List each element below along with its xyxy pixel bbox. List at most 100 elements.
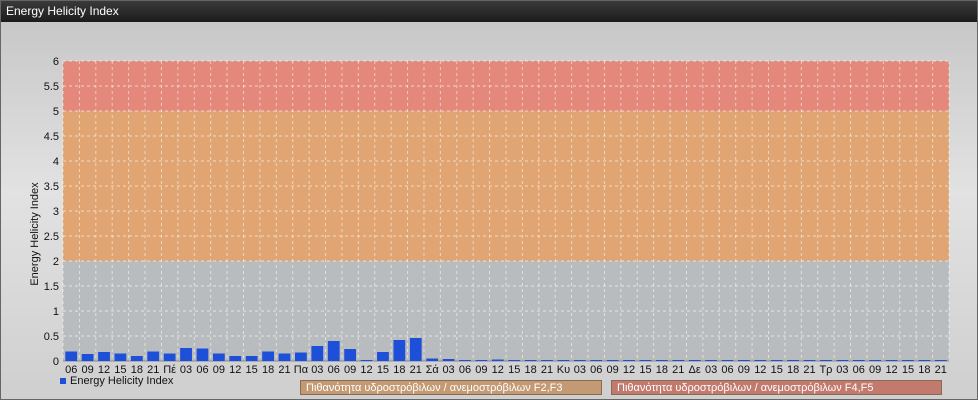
bar[interactable] (491, 359, 504, 362)
x-tick-label: 06 (328, 364, 340, 376)
x-tick-label: 21 (278, 364, 290, 376)
bar[interactable] (688, 360, 701, 361)
bar[interactable] (475, 360, 488, 361)
x-tick-label: 12 (492, 364, 504, 376)
bar[interactable] (573, 360, 586, 361)
x-tick-label: 09 (607, 364, 619, 376)
y-tick-label: 0.5 (44, 331, 59, 343)
x-tick-label: 15 (902, 364, 914, 376)
bar[interactable] (836, 360, 849, 361)
bar[interactable] (705, 360, 717, 361)
x-tick-label: 03 (442, 364, 454, 376)
bar[interactable] (311, 346, 324, 361)
bar[interactable] (278, 353, 291, 362)
legend-f2-f3-button[interactable]: Πιθανότητα υδροστρόβιλων / ανεμοστρόβιλω… (300, 380, 602, 395)
bar[interactable] (803, 360, 816, 361)
x-tick-label: 06 (459, 364, 471, 376)
legend-f2-f3-label: Πιθανότητα υδροστρόβιλων / ανεμοστρόβιλω… (306, 382, 563, 394)
x-tick-label: Κυ (557, 364, 570, 376)
bar[interactable] (262, 351, 274, 362)
x-axis-ticks: 06 09 12 15 18 21 Πέ 03 06 09 12 15 18 21 Πα 03 06 09 12 15… (65, 364, 947, 376)
bar[interactable] (327, 341, 340, 361)
x-tick-label: 18 (787, 364, 799, 376)
bar[interactable] (229, 356, 242, 361)
legend-f4-f5-label: Πιθανότητα υδροστρόβιλων / ανεμοστρόβιλω… (617, 382, 874, 394)
y-tick-label: 1 (53, 306, 59, 318)
bar[interactable] (934, 360, 947, 361)
bar[interactable] (508, 360, 521, 361)
bar[interactable] (787, 360, 800, 361)
x-tick-label: 21 (803, 364, 815, 376)
bar[interactable] (623, 360, 635, 361)
bar[interactable] (524, 360, 537, 361)
x-tick-label: 09 (344, 364, 356, 376)
bar[interactable] (98, 352, 110, 361)
title-bar: Energy Helicity Index (1, 1, 977, 22)
y-tick-label: 4 (53, 156, 59, 168)
x-tick-label: 03 (705, 364, 717, 376)
bar[interactable] (393, 340, 406, 361)
x-tick-label: 03 (180, 364, 192, 376)
legend-f4-f5-button[interactable]: Πιθανότητα υδροστρόβιλων / ανεμοστρόβιλω… (611, 380, 942, 395)
bar[interactable] (196, 348, 209, 362)
x-tick-label: Πα (294, 364, 309, 376)
x-tick-label: 06 (590, 364, 602, 376)
x-tick-label: 12 (885, 364, 897, 376)
bar[interactable] (114, 353, 127, 362)
bar[interactable] (130, 356, 143, 361)
bar[interactable] (557, 360, 570, 361)
bar[interactable] (902, 360, 914, 361)
y-axis-label: Energy Helicity Index (29, 182, 41, 286)
bar[interactable] (163, 353, 176, 362)
x-tick-label: Σά (426, 364, 440, 376)
bar[interactable] (852, 360, 865, 361)
bar[interactable] (245, 356, 258, 361)
bar[interactable] (81, 354, 94, 361)
x-tick-label: 12 (623, 364, 635, 376)
bar[interactable] (721, 360, 734, 361)
y-axis-ticks: 0 0.5 1 1.5 2 2.5 3 3.5 4 4.5 5 5.5 6 (44, 56, 59, 368)
bar[interactable] (590, 360, 603, 361)
bar[interactable] (738, 360, 750, 361)
x-tick-label: 06 (853, 364, 865, 376)
bar[interactable] (212, 353, 225, 362)
x-tick-label: 21 (410, 364, 422, 376)
y-tick-label: 6 (53, 56, 59, 68)
x-tick-label: Δε (689, 364, 701, 376)
bar[interactable] (770, 360, 783, 361)
x-tick-label: Τρ (819, 364, 832, 376)
bar[interactable] (918, 360, 931, 361)
y-tick-label: 5.5 (44, 81, 59, 93)
y-tick-label: 2 (53, 256, 59, 268)
bar[interactable] (147, 351, 160, 362)
bar[interactable] (409, 338, 422, 361)
bar[interactable] (65, 351, 78, 362)
bar[interactable] (442, 359, 455, 361)
bar[interactable] (459, 360, 471, 361)
bar[interactable] (344, 349, 357, 361)
window-title: Energy Helicity Index (6, 4, 119, 18)
bar[interactable] (180, 348, 192, 361)
bar[interactable] (426, 358, 439, 362)
bar[interactable] (820, 360, 832, 361)
bar[interactable] (754, 360, 767, 361)
bar[interactable] (869, 360, 882, 361)
y-tick-label: 0 (53, 356, 59, 368)
x-tick-label: 15 (377, 364, 389, 376)
y-tick-label: 2.5 (44, 231, 59, 243)
bar[interactable] (655, 360, 668, 361)
x-tick-label: 12 (360, 364, 372, 376)
bar[interactable] (639, 360, 652, 361)
bar[interactable] (541, 360, 553, 361)
x-tick-label: 15 (639, 364, 651, 376)
bar[interactable] (295, 352, 307, 362)
y-tick-label: 3.5 (44, 181, 59, 193)
bar[interactable] (885, 360, 898, 361)
x-tick-label: 03 (311, 364, 323, 376)
bar[interactable] (672, 360, 685, 361)
y-tick-label: 4.5 (44, 131, 59, 143)
bar[interactable] (377, 352, 389, 361)
x-tick-label: 18 (262, 364, 274, 376)
bar[interactable] (606, 360, 619, 361)
bar[interactable] (360, 360, 373, 361)
